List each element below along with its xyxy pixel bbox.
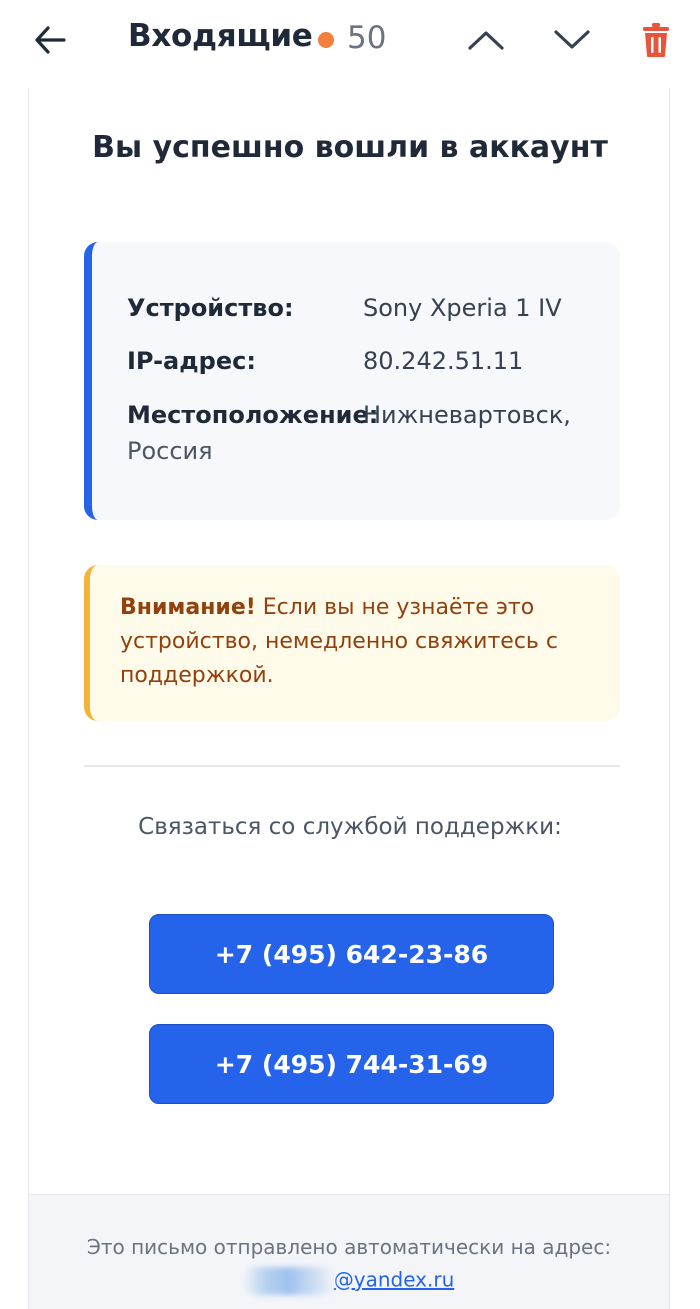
unread-count: 50 bbox=[347, 20, 387, 56]
chevron-down-icon bbox=[554, 30, 590, 49]
location-label: Местоположение: bbox=[127, 401, 379, 429]
device-label: Устройство: bbox=[127, 294, 294, 322]
redacted-email-username bbox=[243, 1267, 334, 1295]
ip-label: IP-адрес: bbox=[127, 347, 256, 375]
trash-icon bbox=[643, 23, 669, 57]
unread-indicator-dot bbox=[318, 32, 334, 48]
call-support-button-2[interactable]: +7 (495) 744-31-69 bbox=[149, 1024, 554, 1104]
footer-text: Это письмо отправлено автоматически на а… bbox=[86, 1235, 612, 1259]
email-body: Вы успешно вошли в аккаунт Устройство: S… bbox=[28, 88, 670, 1309]
divider bbox=[84, 765, 620, 767]
recipient-email[interactable]: @yandex.ru bbox=[29, 1267, 669, 1295]
next-message-button[interactable] bbox=[550, 18, 594, 62]
location-value: Нижневартовск, bbox=[363, 401, 571, 429]
top-app-bar: Входящие 50 bbox=[0, 0, 700, 84]
location-value-continued: Россия bbox=[127, 437, 213, 465]
warning-title: Внимание! bbox=[120, 595, 256, 620]
previous-message-button[interactable] bbox=[464, 18, 508, 62]
device-value: Sony Xperia 1 IV bbox=[363, 294, 562, 322]
ip-value: 80.242.51.11 bbox=[363, 347, 524, 375]
support-label: Связаться со службой поддержки: bbox=[138, 814, 562, 840]
login-info-card: Устройство: Sony Xperia 1 IV IP-адрес: 8… bbox=[84, 242, 620, 520]
chevron-up-icon bbox=[468, 31, 504, 50]
call-support-button-1[interactable]: +7 (495) 642-23-86 bbox=[149, 914, 554, 994]
recipient-email-link[interactable]: @yandex.ru bbox=[334, 1268, 455, 1292]
arrow-left-icon bbox=[35, 26, 66, 54]
back-button[interactable] bbox=[30, 20, 70, 60]
email-footer: Это письмо отправлено автоматически на а… bbox=[29, 1194, 669, 1309]
delete-button[interactable] bbox=[634, 18, 678, 62]
email-heading: Вы успешно вошли в аккаунт bbox=[92, 130, 608, 165]
warning-card: Внимание! Если вы не узнаёте это устройс… bbox=[84, 565, 620, 721]
folder-title: Входящие bbox=[128, 18, 313, 54]
